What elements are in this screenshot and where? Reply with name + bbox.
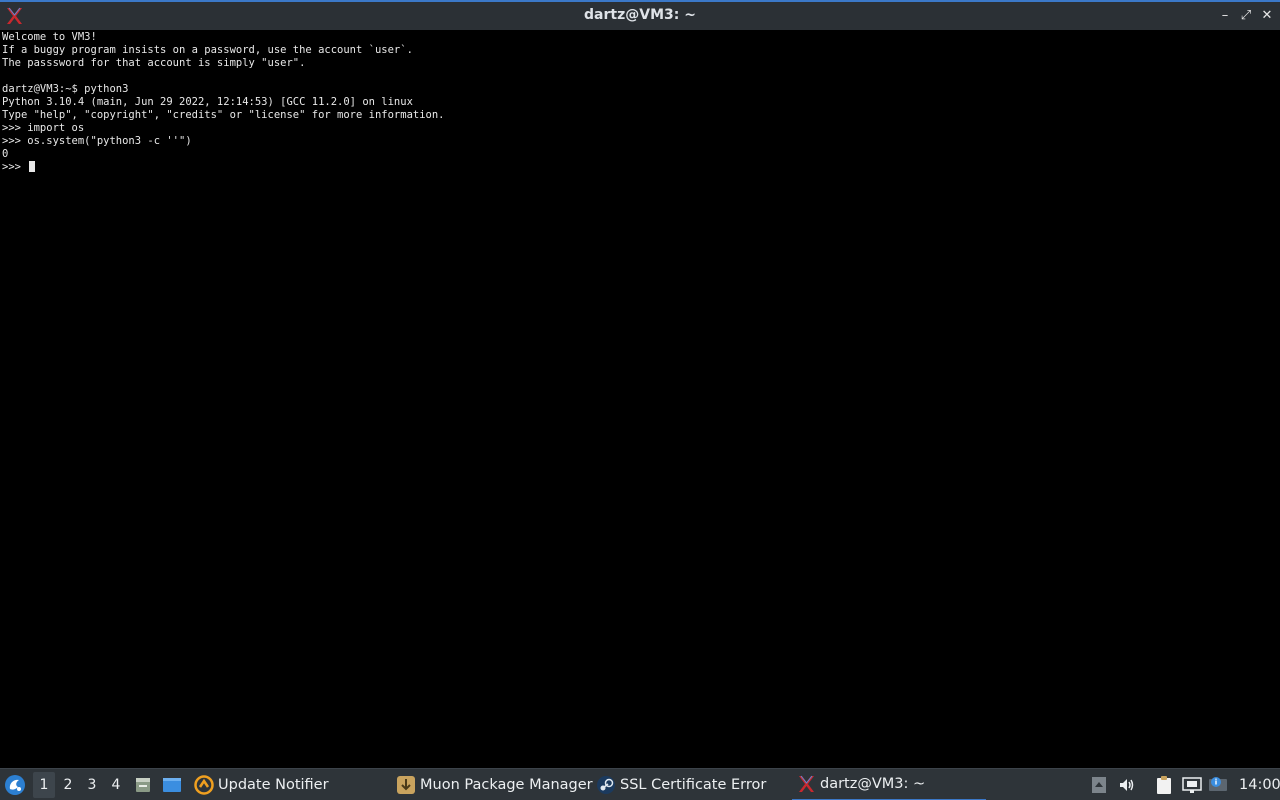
terminal-line: >>> os.system("python3 -c ''") xyxy=(2,135,192,147)
terminal-line: If a buggy program insists on a password… xyxy=(2,44,413,56)
terminal-area[interactable]: Welcome to VM3! If a buggy program insis… xyxy=(0,30,1280,768)
notification-tray[interactable] xyxy=(1208,769,1230,800)
lubuntu-start-icon xyxy=(5,775,25,795)
task-label: SSL Certificate Error xyxy=(620,777,767,793)
start-menu-button[interactable] xyxy=(4,769,28,800)
clipboard-icon xyxy=(1157,776,1171,794)
task-label: dartz@VM3: ~ xyxy=(820,776,926,792)
text-cursor xyxy=(29,161,36,172)
terminal-line: Python 3.10.4 (main, Jun 29 2022, 12:14:… xyxy=(2,96,413,108)
task-ssl-certificate-error[interactable]: SSL Certificate Error xyxy=(596,769,766,800)
terminal-line: Type "help", "copyright", "credits" or "… xyxy=(2,109,445,121)
minimize-button[interactable]: – xyxy=(1216,8,1234,24)
maximize-button[interactable]: ⤢ xyxy=(1237,8,1255,24)
task-update-notifier[interactable]: Update Notifier xyxy=(194,769,329,800)
terminal-line: dartz@VM3:~$ python3 xyxy=(2,83,129,95)
desktop-switch-3[interactable]: 3 xyxy=(81,772,103,798)
desktop-switch-2[interactable]: 2 xyxy=(57,772,79,798)
clipboard-tray[interactable] xyxy=(1155,769,1175,800)
task-muon-package-manager[interactable]: Muon Package Manager xyxy=(396,769,593,800)
window-title: dartz@VM3: ~ xyxy=(584,7,696,23)
network-wired-icon xyxy=(1182,777,1202,793)
close-button[interactable]: ✕ xyxy=(1258,8,1276,24)
terminal-line: 0 xyxy=(2,148,9,160)
python-prompt: >>> xyxy=(2,161,28,173)
clock[interactable]: 14:00 xyxy=(1239,769,1280,800)
file-manager-launcher[interactable] xyxy=(134,769,154,800)
window-titlebar[interactable]: dartz@VM3: ~ – ⤢ ✕ xyxy=(0,0,1280,30)
file-manager-icon xyxy=(136,778,150,792)
task-label: Muon Package Manager xyxy=(420,777,593,793)
terminal-line: >>> import os xyxy=(2,122,85,134)
update-info-icon xyxy=(1209,777,1227,791)
show-desktop-icon xyxy=(163,778,181,792)
muon-package-icon xyxy=(397,776,415,794)
terminal-line: Welcome to VM3! xyxy=(2,31,97,43)
terminal-x-icon xyxy=(799,775,814,792)
task-terminal[interactable]: dartz@VM3: ~ xyxy=(792,769,986,800)
speaker-icon xyxy=(1120,779,1134,791)
network-tray[interactable] xyxy=(1182,769,1204,800)
update-notifier-icon xyxy=(194,775,214,795)
terminal-line: The passsword for that account is simply… xyxy=(2,57,306,69)
tray-up-arrow-icon xyxy=(1092,777,1106,793)
desktop-switch-4[interactable]: 4 xyxy=(105,772,127,798)
terminal-prompt-line[interactable]: >>> xyxy=(2,161,1280,174)
desktop-switch-1[interactable]: 1 xyxy=(33,772,55,798)
task-label: Update Notifier xyxy=(218,777,329,793)
show-desktop-launcher[interactable] xyxy=(162,769,184,800)
taskbar: 1 2 3 4 Update Notifier Muon Package Man… xyxy=(0,768,1280,800)
tray-expand-button[interactable] xyxy=(1091,769,1109,800)
volume-control[interactable] xyxy=(1118,769,1138,800)
steam-icon xyxy=(597,776,615,794)
